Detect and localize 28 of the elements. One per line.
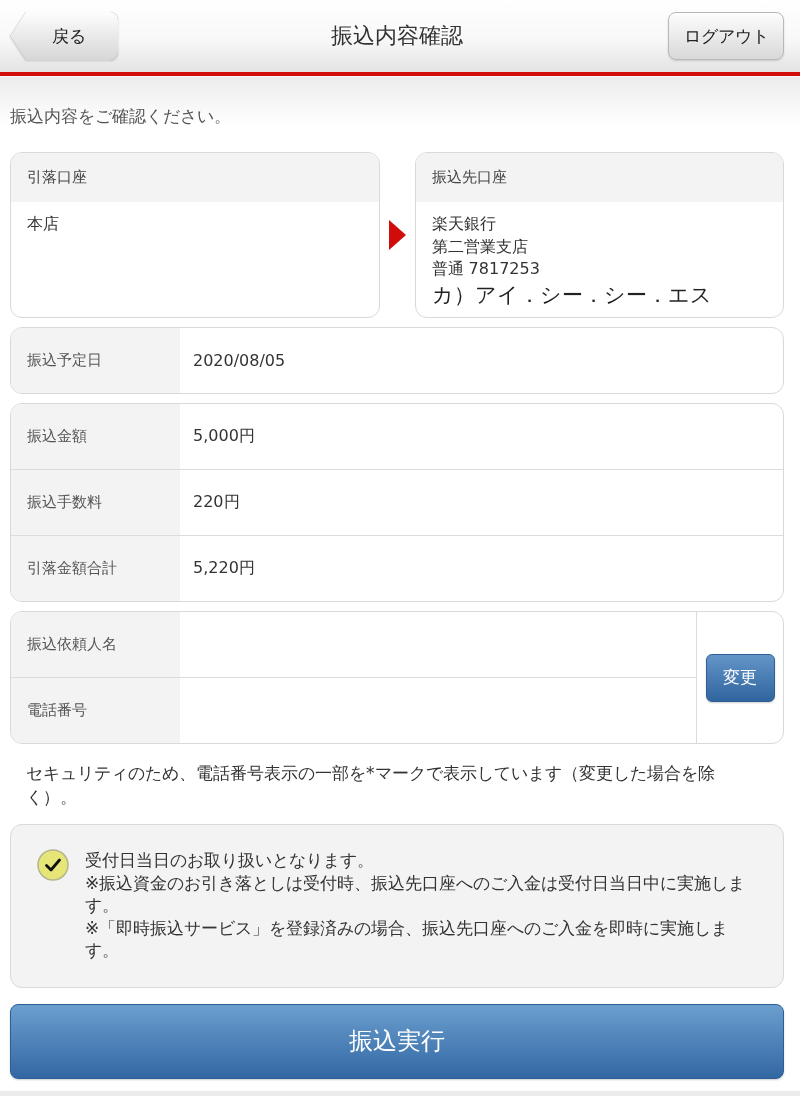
row-label: 電話番号 [11, 678, 180, 743]
account-detail: 普通 7817253 [431, 258, 540, 280]
security-note: セキュリティのため、電話番号表示の一部を*マークで表示しています（変更した場合を除く）。 [26, 762, 716, 809]
account-heading: 引落口座 [11, 153, 379, 202]
row-label: 振込金額 [11, 404, 180, 469]
intro-text: 振込内容をご確認ください。 [10, 105, 232, 128]
account-detail: 第二営業支店 [431, 235, 528, 258]
account-detail: 本店 [27, 213, 59, 235]
row-label: 引落金額合計 [11, 536, 180, 601]
row-label: 振込予定日 [11, 328, 180, 393]
notice-text: ※振込資金のお引き落としは受付時、振込先口座へのご入金は受付日当日中に実施します。 [85, 871, 747, 917]
row-value: 5,220円 [192, 557, 256, 579]
row-value: 2020/08/05 [192, 350, 287, 372]
account-detail: 楽天銀行 [431, 213, 496, 235]
notice-text: 受付日当日のお取り扱いとなります。 [85, 849, 375, 872]
page-title: 振込内容確認 [331, 22, 463, 50]
notice-text: ※「即時振込サービス」を登録済みの場合、振込先口座へのご入金を即時に実施します。 [85, 916, 730, 962]
row-label: 振込依頼人名 [11, 612, 180, 677]
execute-transfer-button[interactable]: 振込実行 [10, 1003, 784, 1079]
row-value: 5,000円 [192, 425, 256, 447]
account-holder-name: カ）アイ．シー．シー．エス [431, 281, 712, 309]
logout-button[interactable]: ログアウト [668, 12, 784, 60]
row-label: 振込手数料 [11, 470, 180, 535]
account-heading: 振込先口座 [415, 153, 783, 202]
checkbox[interactable] [37, 849, 69, 881]
change-button[interactable]: 変更 [705, 653, 775, 702]
right-arrow-icon [388, 220, 406, 250]
row-value: 220円 [192, 491, 241, 513]
